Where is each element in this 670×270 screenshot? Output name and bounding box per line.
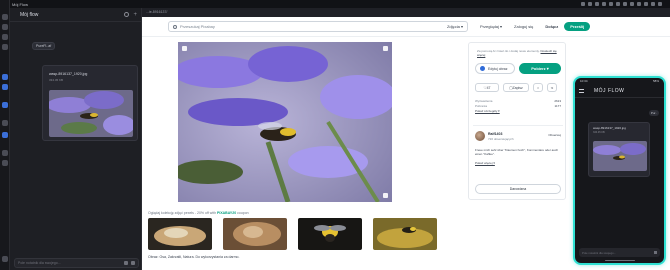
address-bar[interactable]: ...ie-8916137/: [142, 8, 670, 17]
search-icon: [173, 24, 177, 29]
related-thumb[interactable]: [373, 218, 437, 250]
phone-card-filename: wasp-8916137_1920.jpg: [593, 126, 626, 130]
image-stats: Wyświetlenia 2613 Pobrania 1177 Pokaż szcz…: [475, 99, 561, 113]
related-thumb[interactable]: [298, 218, 362, 250]
phone-input-placeholder: Pole notatnik dla swojego...: [582, 250, 617, 255]
show-more-link[interactable]: Pokaż więcej ▾: [475, 161, 495, 165]
phone-header: MÓJ FLOW: [575, 84, 664, 98]
phone-battery: 58%: [652, 79, 659, 83]
edit-image-button[interactable]: Edytuj obraz: [475, 63, 515, 74]
site-header: Przeszukaj Pixabay Zdjęcia ▾ Przeglądaj …: [142, 17, 670, 37]
search-placeholder: Przeszukaj Pixabay: [180, 24, 215, 29]
bookmark-icon[interactable]: [182, 46, 187, 51]
action-row: ♡ 47 ▢ Zapisz ○ ⋖: [475, 83, 557, 92]
phone-message-chip[interactable]: Pur..: [648, 110, 659, 116]
related-thumb[interactable]: [148, 218, 212, 250]
card-thumbnail[interactable]: [49, 90, 133, 137]
save-label: Zapisz: [512, 85, 523, 90]
menu-icon[interactable]: [579, 88, 584, 93]
flow-panel: Mój flow + PureFl..af wasp-8916137_1920.…: [10, 8, 142, 270]
apps-icon[interactable]: [2, 120, 8, 126]
related-thumb[interactable]: [223, 218, 287, 250]
nav-login[interactable]: Zaloguj się: [514, 24, 533, 29]
phone-card-filesize: 334.45 KB: [593, 131, 605, 134]
edit-image-label: Edytuj obraz: [488, 66, 508, 71]
main-photo[interactable]: [178, 42, 392, 202]
caption-suffix: coupon: [237, 211, 249, 215]
flow-header: Mój flow +: [10, 8, 141, 22]
phone-preview: 10:34 58% MÓJ FLOW Pur.. wasp-8916137_19…: [573, 76, 666, 265]
window-controls[interactable]: [581, 2, 662, 6]
image-description: Obraz: Osa, Zakrzatli, Natura. Do wykorz…: [148, 255, 240, 259]
screen: Mój Flow Mój flow + PureFl..af wasp-8916…: [0, 0, 670, 270]
upload-button[interactable]: Prześlij: [564, 22, 591, 31]
flow-input-placeholder: Pole notatnik dla swojego...: [18, 261, 61, 265]
save-button[interactable]: ▢ Zapisz: [503, 83, 529, 92]
search-filter-select[interactable]: Zdjęcia ▾: [447, 24, 463, 29]
like-button[interactable]: ♡ 47: [475, 83, 499, 92]
related-thumbnails: [148, 218, 437, 250]
flow-icon[interactable]: [2, 74, 8, 80]
sponsored-caption: Oglądaj kolekcję zdjęć pexels - 20% off …: [148, 211, 249, 215]
donate-button[interactable]: Darowizna: [475, 184, 561, 194]
history-icon[interactable]: [2, 44, 8, 50]
avatar[interactable]: [475, 131, 485, 141]
author-followers: 720 obserwujących: [488, 137, 514, 141]
phone-time: 10:34: [580, 79, 588, 83]
nav-join[interactable]: Dołącz: [545, 24, 558, 29]
follow-button[interactable]: Obserwuj: [548, 133, 561, 137]
details-link[interactable]: Pokaż szczegóły ▾: [475, 109, 561, 113]
author-bio: Freue mich sehr über "Daumen hoch", Komm…: [475, 148, 559, 156]
search-input[interactable]: Przeszukaj Pixabay Zdjęcia ▾: [168, 21, 468, 32]
heart-icon[interactable]: [383, 46, 388, 51]
flow-message-chip[interactable]: PureFl..af: [32, 42, 56, 50]
expand-icon[interactable]: [383, 193, 388, 198]
ai-hint: Za pomocą AI zmień tło i dodaj nowe elem…: [477, 49, 561, 57]
edit-icon[interactable]: [2, 84, 8, 90]
nav-browse[interactable]: Przeglądaj ▾: [480, 24, 502, 29]
download-button[interactable]: Pobierz ▾: [519, 63, 561, 74]
attach-icon[interactable]: [124, 261, 128, 265]
ai-hint-text: Za pomocą AI zmień tło i dodaj nowe elem…: [477, 49, 540, 53]
like-count: 47: [486, 85, 491, 90]
gear-icon[interactable]: [124, 12, 130, 17]
divider: [473, 125, 563, 126]
more-icon[interactable]: [2, 256, 8, 262]
card-filesize: 334.45 KB: [49, 78, 64, 82]
stat-value: 1177: [554, 104, 561, 108]
home-icon[interactable]: [2, 14, 8, 20]
phone-title: MÓJ FLOW: [594, 87, 625, 94]
magic-icon: [480, 66, 485, 71]
flow-image-card[interactable]: wasp-8916137_1920.jpg 334.45 KB: [42, 65, 138, 141]
flow-title: Mój flow: [20, 11, 39, 18]
send-icon[interactable]: [2, 132, 8, 138]
plus-icon[interactable]: +: [133, 12, 137, 18]
comment-icon[interactable]: ○: [533, 83, 543, 92]
phone-image-card[interactable]: wasp-8916137_1920.jpg 334.45 KB: [588, 122, 650, 177]
phone-message-input[interactable]: Pole notatnik dla swojego...: [579, 248, 660, 257]
share-icon[interactable]: ⋖: [547, 83, 557, 92]
flow-message-input[interactable]: Pole notatnik dla swojego...: [14, 258, 139, 268]
profile-icon[interactable]: [2, 160, 8, 166]
card-filename: wasp-8916137_1920.jpg: [49, 72, 88, 76]
caption-prefix: Oglądaj kolekcję zdjęć pexels - 20% off …: [148, 211, 217, 215]
window-title: Mój Flow: [12, 1, 29, 7]
window-titlebar: Mój Flow: [0, 0, 670, 8]
coupon-code[interactable]: PIXABAY20: [217, 211, 236, 215]
phone-card-thumbnail[interactable]: [593, 141, 647, 171]
author-name[interactable]: Ralf1403: [488, 132, 502, 136]
download-panel: Za pomocą AI zmień tło i dodaj nowe elem…: [468, 42, 566, 200]
search-icon[interactable]: [2, 24, 8, 30]
star-icon[interactable]: [2, 34, 8, 40]
tools-icon[interactable]: [2, 102, 8, 108]
send-icon[interactable]: [654, 251, 657, 254]
home-indicator: [605, 260, 635, 261]
send-icon[interactable]: [131, 261, 135, 265]
icon-rail: [0, 0, 10, 270]
settings-icon[interactable]: [2, 150, 8, 156]
